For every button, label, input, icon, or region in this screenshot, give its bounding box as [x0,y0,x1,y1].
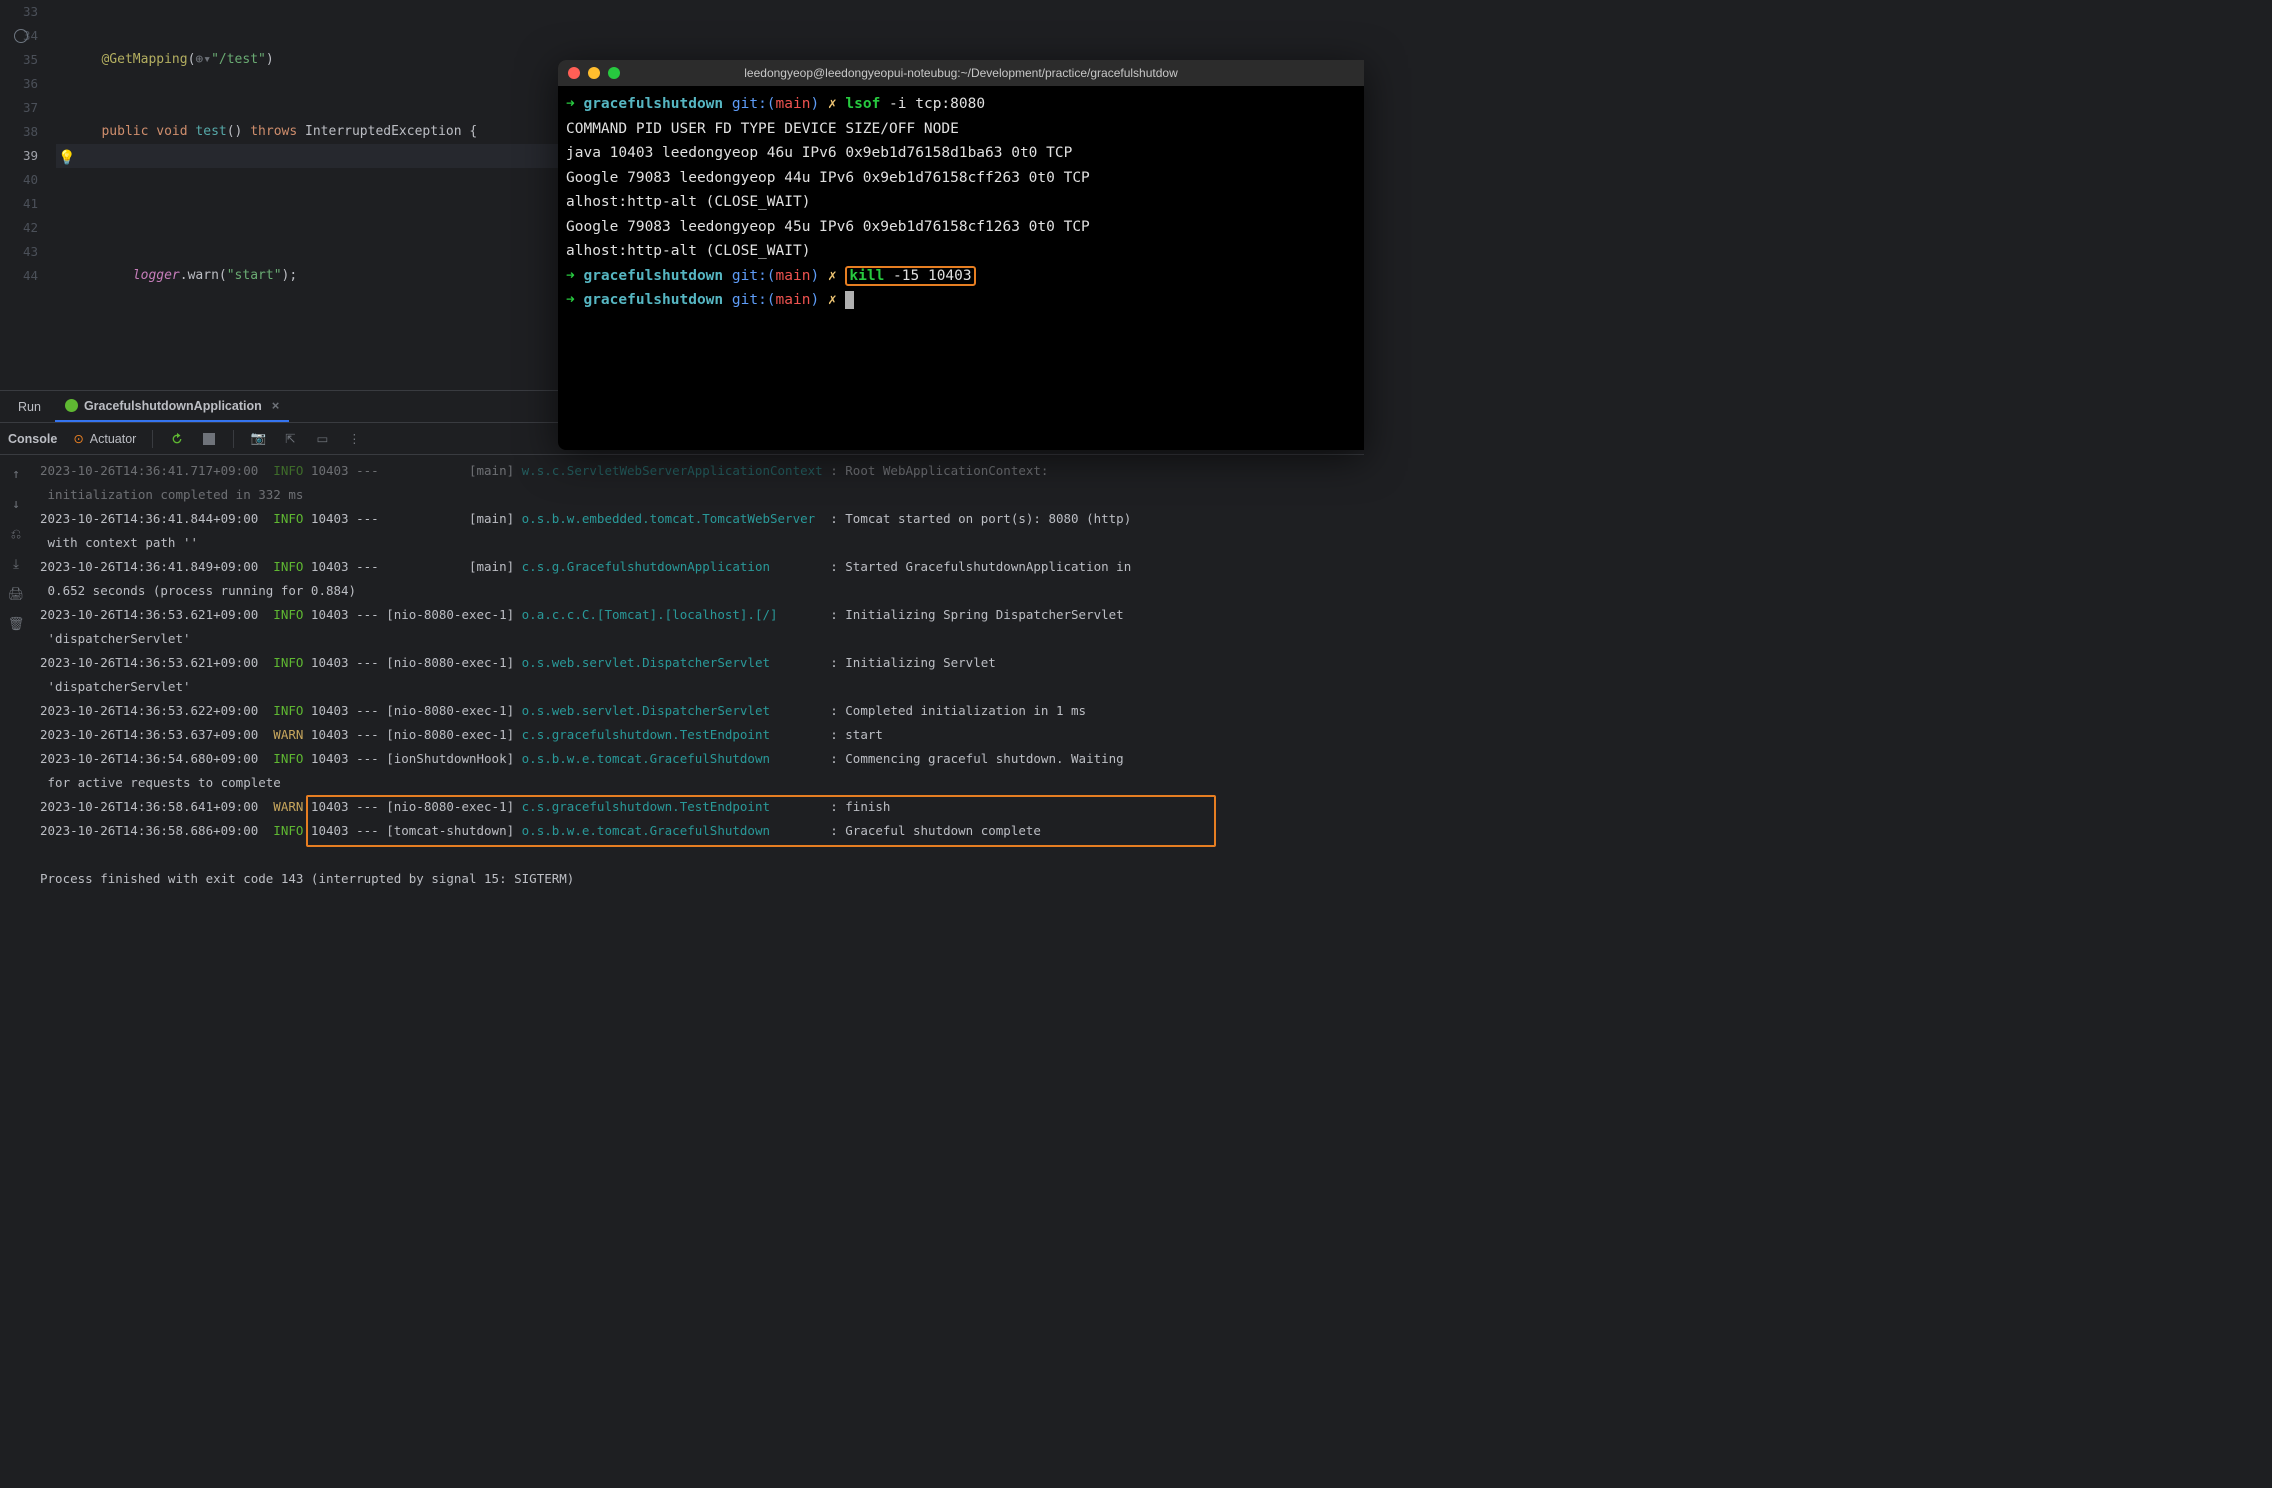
term-row: alhost:http-alt (CLOSE_WAIT) [566,190,1356,215]
log-line-cont: 'dispatcherServlet' [40,627,1364,651]
annotation: @GetMapping [101,52,187,67]
clear-icon[interactable]: 🗑 [8,616,24,632]
line-number[interactable]: 35 [0,48,56,72]
line-number[interactable]: 42 [0,216,56,240]
divider [152,430,153,448]
process-exit-line: Process finished with exit code 143 (int… [40,867,1364,891]
stop-icon[interactable] [201,431,217,447]
log-line-cont: with context path '' [40,531,1364,555]
app-tab-label: GracefulshutdownApplication [84,399,262,413]
kw-throws: throws [250,124,297,139]
kw-void: void [156,124,187,139]
warn-call-1: .warn( [180,268,227,283]
mapping-path: "/test" [211,52,266,67]
kw-public: public [101,124,148,139]
line-number[interactable]: 34 [0,24,56,48]
term-row: Google 79083 leedongyeop 44u IPv6 0x9eb1… [566,166,1356,191]
console-subtab[interactable]: Console [8,432,57,446]
log-line: 2023-10-26T14:36:41.717+09:00 INFO 10403… [40,459,1364,483]
logger-ref-1: logger [133,268,180,283]
console-output[interactable]: 2023-10-26T14:36:41.717+09:00 INFO 10403… [40,459,1364,891]
gutter: 333435363738394041424344 [0,0,56,390]
print-icon[interactable]: 🖨 [8,586,24,602]
log-line-cont: 0.652 seconds (process running for 0.884… [40,579,1364,603]
spring-icon [65,399,78,412]
term-line: ➜ gracefulshutdown git:(main) ✗ [566,288,1356,313]
line-number[interactable]: 37 [0,96,56,120]
terminal-body[interactable]: ➜ gracefulshutdown git:(main) ✗ lsof -i … [558,86,1364,319]
log-line: 2023-10-26T14:36:53.621+09:00 INFO 10403… [40,603,1364,627]
log-line: 2023-10-26T14:36:53.621+09:00 INFO 10403… [40,651,1364,675]
window-zoom-icon[interactable] [608,67,620,79]
line-number[interactable]: 38 [0,120,56,144]
log-line-cont: initialization completed in 332 ms [40,483,1364,507]
app-run-config-tab[interactable]: GracefulshutdownApplication × [55,391,289,422]
log-line: 2023-10-26T14:36:53.637+09:00 WARN 10403… [40,723,1364,747]
more-icon[interactable]: ⋮ [346,431,362,447]
log-line-cont: for active requests to complete [40,771,1364,795]
terminal-window[interactable]: leedongyeop@leedongyeopui-noteubug:~/Dev… [558,60,1364,450]
layout-icon[interactable]: ▭ [314,431,330,447]
console-side-toolbar: ↑ ↓ ⎌ ⤓ 🖨 🗑 [0,460,32,632]
scroll-to-end-icon[interactable]: ⤓ [8,556,24,572]
run-tab[interactable]: Run [8,391,51,422]
divider-2 [233,430,234,448]
str-start: "start" [227,268,282,283]
method-name: test [195,124,226,139]
log-line: 2023-10-26T14:36:41.849+09:00 INFO 10403… [40,555,1364,579]
line-number[interactable]: 41 [0,192,56,216]
log-blank [40,843,1364,867]
terminal-titlebar[interactable]: leedongyeop@leedongyeopui-noteubug:~/Dev… [558,60,1364,86]
line-number[interactable]: 43 [0,240,56,264]
close-tab-icon[interactable]: × [272,398,280,413]
actuator-subtab[interactable]: ⊙Actuator [73,431,136,446]
cursor [845,291,854,309]
log-line: 2023-10-26T14:36:58.641+09:00 WARN 10403… [40,795,1364,819]
line-number[interactable]: 40 [0,168,56,192]
term-header: COMMAND PID USER FD TYPE DEVICE SIZE/OFF… [566,117,1356,142]
scroll-down-icon[interactable]: ↓ [8,496,24,512]
log-line: 2023-10-26T14:36:41.844+09:00 INFO 10403… [40,507,1364,531]
scroll-up-icon[interactable]: ↑ [8,466,24,482]
rerun-icon[interactable] [169,431,185,447]
export-icon[interactable]: ⇱ [282,431,298,447]
exception-type: InterruptedException { [305,124,477,139]
soft-wrap-icon[interactable]: ⎌ [8,526,24,542]
line-number[interactable]: 36 [0,72,56,96]
end-1: ); [282,268,298,283]
log-line: 2023-10-26T14:36:54.680+09:00 INFO 10403… [40,747,1364,771]
log-line: 2023-10-26T14:36:53.622+09:00 INFO 10403… [40,699,1364,723]
run-tab-label: Run [18,400,41,414]
line-number[interactable]: 44 [0,264,56,288]
line-number[interactable]: 39 [0,144,56,168]
terminal-title: leedongyeop@leedongyeopui-noteubug:~/Dev… [744,66,1177,80]
camera-icon[interactable]: 📷 [250,431,266,447]
term-row: java 10403 leedongyeop 46u IPv6 0x9eb1d7… [566,141,1356,166]
run-tool-window: Run GracefulshutdownApplication × Consol… [0,390,1364,896]
intention-bulb-icon[interactable]: 💡 [58,150,75,166]
window-minimize-icon[interactable] [588,67,600,79]
term-line: ➜ gracefulshutdown git:(main) ✗ lsof -i … [566,92,1356,117]
log-line: 2023-10-26T14:36:58.686+09:00 INFO 10403… [40,819,1364,843]
line-number[interactable]: 33 [0,0,56,24]
actuator-label: Actuator [90,432,137,446]
log-line-cont: 'dispatcherServlet' [40,675,1364,699]
term-line: ➜ gracefulshutdown git:(main) ✗ kill -15… [566,264,1356,289]
term-row: Google 79083 leedongyeop 45u IPv6 0x9eb1… [566,215,1356,240]
term-row: alhost:http-alt (CLOSE_WAIT) [566,239,1356,264]
web-icon [14,29,28,43]
window-close-icon[interactable] [568,67,580,79]
